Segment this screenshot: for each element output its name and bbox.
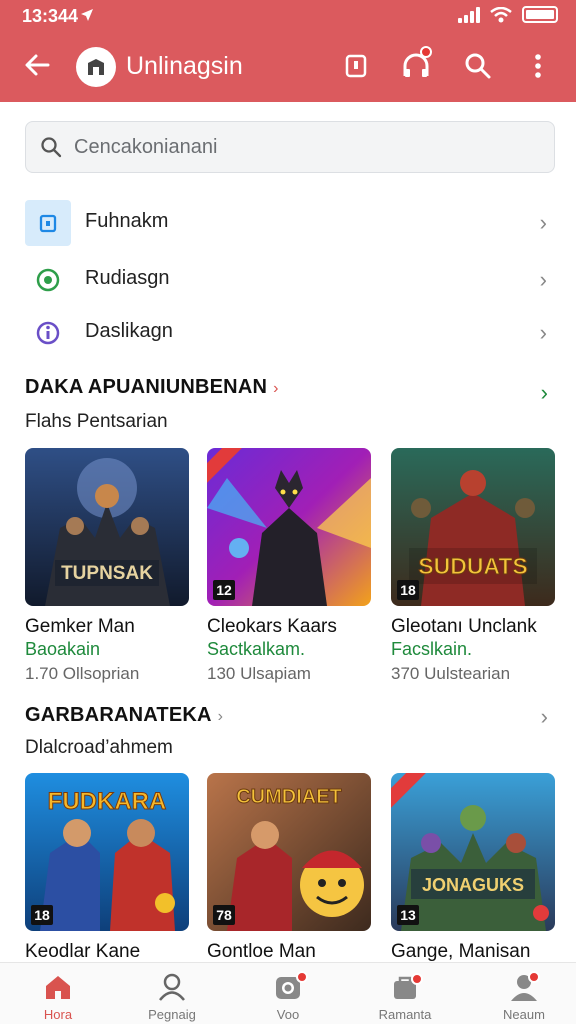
svg-text:CUMDIAET: CUMDIAET [236,786,342,808]
notifications-button[interactable] [400,46,432,82]
card-subtitle: Facslkain. [391,639,473,659]
section-more-button[interactable]: › [541,704,548,730]
nav-item-voo[interactable]: Voo [238,963,338,1024]
section-more-button[interactable]: › [541,380,548,406]
age-badge: 18 [31,905,53,925]
chevron-right-icon: › [217,708,224,725]
game-artwork: TUPNSAK [25,448,189,606]
notification-badge [411,973,423,985]
age-badge: 12 [213,580,235,600]
card-title: Gemker Man [25,616,135,637]
age-badge: 78 [213,905,235,925]
status-bar: 13:344 [0,0,576,32]
search-button[interactable] [462,50,494,82]
age-badge: 18 [397,580,419,600]
search-icon [465,53,491,79]
more-vert-icon [535,54,541,78]
lock-icon [25,200,71,246]
wifi-icon [490,6,512,22]
user-icon [159,973,185,1001]
section-title: DAKA APUANIUNBENAN › [25,376,279,398]
page-title: Unlinagsin [126,52,243,80]
globe-icon [25,257,71,303]
signal-icon [458,6,480,23]
game-thumbnail: 12 [207,448,371,606]
menu-item-label: Daslikagn [85,320,173,342]
logo-icon [88,59,104,75]
svg-text:SUDUATS: SUDUATS [418,553,527,579]
nav-label: Neaum [503,1007,545,1022]
info-icon [25,310,71,356]
app-logo [76,47,116,87]
game-thumbnail: SUDUATS 18 [391,448,555,606]
nav-label: Voo [276,1007,300,1022]
section-subtitle: Flahs Pentsarian [25,411,168,432]
status-time: 13:344 [22,6,79,26]
nav-item-pegnaig[interactable]: Pegnaig [122,963,222,1024]
card-title: Gleotanı Unclank [391,616,537,637]
card-title: Gange, Manisan [391,941,531,962]
menu-item-daslikagn[interactable]: Daslikagn › [25,308,555,358]
menu-item-rudiasgn[interactable]: Rudiasgn › [25,255,555,305]
home-icon [46,976,70,999]
svg-text:TUPNSAK: TUPNSAK [61,563,153,584]
card-subtitle: Baoakain [25,639,101,659]
game-thumbnail: FUDKARA 18 [25,773,189,931]
notification-badge [528,971,540,983]
download-button[interactable] [340,50,372,82]
menu-item-label: Rudiasgn [85,267,170,289]
section-title: GARBARANATEKA › [25,704,224,726]
game-thumbnail: TUPNSAK [25,448,189,606]
search-input[interactable] [74,130,534,164]
svg-text:FUDKARA: FUDKARA [48,788,167,815]
more-button[interactable] [522,50,554,82]
card-meta: 370 Uulstearian [391,664,511,683]
chevron-right-icon: › [539,210,547,235]
arrow-left-icon [25,54,50,76]
nav-item-home[interactable]: Hora [8,963,108,1024]
search-bar [25,121,555,173]
svg-text:JONAGUKS: JONAGUKS [422,875,524,895]
section-subtitle: Dlalcroad’ahmem [25,737,173,758]
game-thumbnail: JONAGUKS 13 [391,773,555,931]
nav-label: Ramanta [378,1007,432,1022]
menu-item-fuhnakm[interactable]: Fuhnakm › [25,198,555,248]
game-thumbnail: CUMDIAET 78 [207,773,371,931]
nav-item-ramanta[interactable]: Ramanta [355,963,455,1024]
card-meta: 130 Ulsapiam [207,664,311,683]
age-badge: 13 [397,905,419,925]
app-bar: Unlinagsin [0,36,576,98]
notification-badge [420,46,432,58]
nav-label: Pegnaig [148,1007,196,1022]
location-icon [81,9,93,21]
nav-label: Hora [43,1007,73,1022]
notification-badge [296,971,308,983]
back-button[interactable] [22,50,56,84]
battery-icon [522,6,558,23]
bottom-nav: Hora Pegnaig Voo Ramanta Neaum [0,962,576,1024]
menu-item-label: Fuhnakm [85,210,169,232]
top-bar: 13:344 Unlinagsin [0,0,576,102]
card-title: Cleokars Kaars [207,616,337,637]
chevron-right-icon: › [539,267,547,292]
card-title: Keodlar Kane [25,941,141,962]
clipboard-icon [345,54,367,78]
search-icon [41,137,62,158]
chevron-right-icon: › [273,380,279,397]
card-meta: 1.70 Ollsoprian [25,664,140,683]
nav-item-neaum[interactable]: Neaum [474,963,574,1024]
card-title: Gontloe Man [207,941,316,962]
chevron-right-icon: › [539,320,547,345]
card-subtitle: Sactkalkam. [207,639,306,659]
